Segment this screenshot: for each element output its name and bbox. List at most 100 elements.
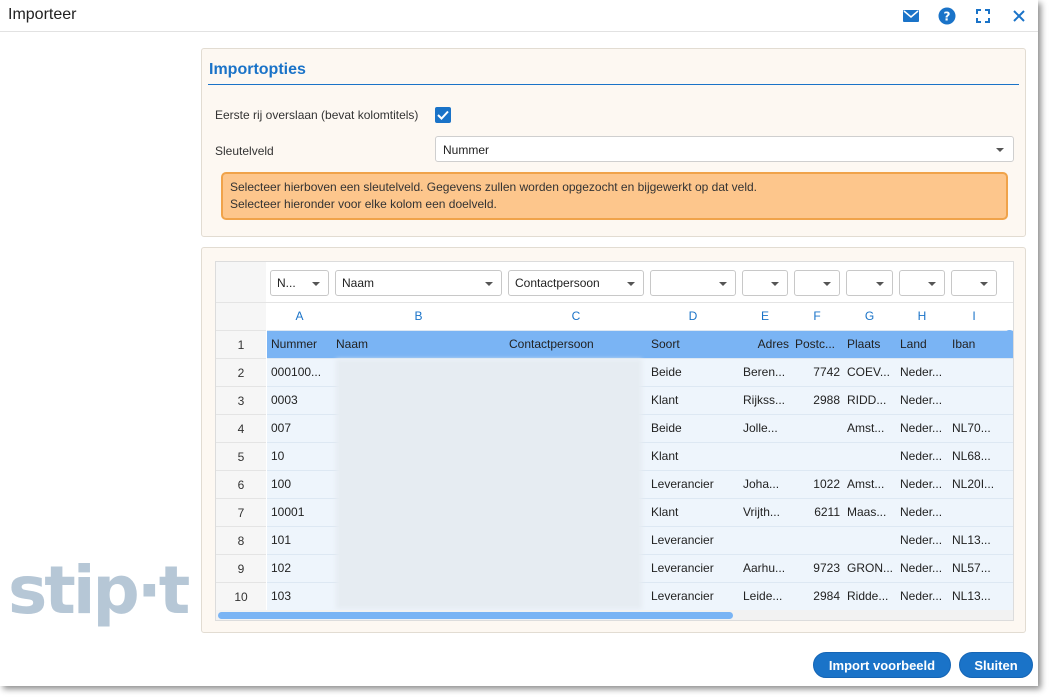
preview-grid-panel: N... Naam Contactpersoon A B C D E F G H I 1 Nummer Na… <box>201 247 1026 633</box>
column-mapping-select[interactable] <box>650 270 736 296</box>
chevron-down-icon <box>876 282 884 286</box>
column-letter[interactable]: A <box>267 303 332 330</box>
column-mapping-select[interactable] <box>899 270 945 296</box>
table-cell: Beide <box>651 421 682 435</box>
column-letter[interactable]: G <box>843 303 896 330</box>
column-mapping-select[interactable] <box>794 270 840 296</box>
column-letter[interactable]: F <box>791 303 843 330</box>
info-line-2: Selecteer hieronder voor elke kolom een … <box>230 197 497 211</box>
table-cell: Neder... <box>900 589 943 603</box>
svg-text:?: ? <box>944 10 951 24</box>
chevron-down-icon <box>823 282 831 286</box>
fullscreen-icon[interactable] <box>973 6 993 26</box>
chevron-down-icon <box>485 282 493 286</box>
mapping-value: Contactpersoon <box>515 276 600 290</box>
table-cell: Maas... <box>847 505 887 519</box>
table-cell: Vrijth... <box>743 505 780 519</box>
table-cell: Leverancier <box>651 533 714 547</box>
chevron-down-icon <box>719 282 727 286</box>
table-cell: 7742 <box>813 365 840 379</box>
import-options-panel: Importopties Eerste rij overslaan (bevat… <box>201 48 1026 237</box>
import-preview-button[interactable]: Import voorbeeld <box>813 652 951 678</box>
table-cell: 1022 <box>813 477 840 491</box>
table-cell: NL57... <box>952 561 991 575</box>
vertical-scrollbar[interactable] <box>1006 330 1013 358</box>
row-number: 4 <box>216 414 266 442</box>
close-button[interactable]: Sluiten <box>959 652 1033 678</box>
window-title: Importeer <box>8 6 77 23</box>
skip-first-row-label: Eerste rij overslaan (bevat kolomtitels) <box>215 108 419 122</box>
column-mapping-select[interactable]: Contactpersoon <box>508 270 644 296</box>
mapping-value: N... <box>277 276 296 290</box>
table-cell: Leverancier <box>651 589 714 603</box>
grid-corner <box>216 262 266 330</box>
table-cell: NL20I... <box>952 477 995 491</box>
help-icon[interactable]: ? <box>937 6 957 26</box>
mapping-value: Naam <box>342 276 375 290</box>
table-cell: Klant <box>651 393 679 407</box>
column-mapping-select[interactable] <box>742 270 788 296</box>
table-cell: Leverancier <box>651 477 714 491</box>
table-cell: Leverancier <box>651 561 714 575</box>
header-cell: Land <box>900 337 927 351</box>
column-letter[interactable]: I <box>948 303 1000 330</box>
row-number: 10 <box>216 582 266 610</box>
row-number: 6 <box>216 470 266 498</box>
mail-icon[interactable] <box>901 6 921 26</box>
table-cell: NL68... <box>952 449 991 463</box>
table-cell: Amst... <box>847 421 885 435</box>
key-field-select[interactable]: Nummer <box>435 136 1014 162</box>
close-icon[interactable] <box>1009 6 1029 26</box>
panel-title: Importopties <box>209 61 306 78</box>
row-number: 3 <box>216 386 266 414</box>
row-number: 8 <box>216 526 266 554</box>
table-cell: Ridde... <box>847 589 889 603</box>
column-mapping-select[interactable]: N... <box>270 270 329 296</box>
table-cell: NL13... <box>952 533 991 547</box>
table-cell: Neder... <box>900 393 943 407</box>
column-letter[interactable]: H <box>896 303 948 330</box>
column-mapping-select[interactable] <box>846 270 893 296</box>
key-field-label: Sleutelveld <box>215 144 274 158</box>
chevron-down-icon <box>312 282 320 286</box>
table-cell: Klant <box>651 505 679 519</box>
column-mapping-select[interactable] <box>951 270 997 296</box>
column-letter[interactable]: E <box>739 303 791 330</box>
column-letter[interactable]: B <box>332 303 505 330</box>
table-cell: COEV... <box>847 365 890 379</box>
column-letter[interactable]: C <box>505 303 647 330</box>
header-cell: Postc... <box>795 337 836 351</box>
header-cell: Contactpersoon <box>509 337 594 351</box>
row-number: 5 <box>216 442 266 470</box>
table-cell: 0003 <box>271 393 298 407</box>
table-cell: 10 <box>271 449 285 463</box>
table-cell: 9723 <box>813 561 840 575</box>
skip-first-row-checkbox[interactable] <box>435 107 451 123</box>
table-cell: Neder... <box>900 421 943 435</box>
divider <box>208 84 1019 85</box>
horizontal-scrollbar[interactable] <box>216 610 1013 620</box>
table-cell: Joha... <box>743 477 780 491</box>
redacted-area <box>336 359 642 609</box>
column-mapping-select[interactable]: Naam <box>335 270 502 296</box>
table-cell: 10001 <box>271 505 305 519</box>
table-cell: 100 <box>271 477 292 491</box>
column-letter[interactable]: D <box>647 303 739 330</box>
row-number: 1 <box>216 330 266 358</box>
table-cell: Beren... <box>743 365 786 379</box>
table-cell: Rijkss... <box>743 393 785 407</box>
table-cell: RIDD... <box>847 393 887 407</box>
table-cell: Leide... <box>743 589 783 603</box>
header-cell: Nummer <box>271 337 318 351</box>
preview-grid: N... Naam Contactpersoon A B C D E F G H I 1 Nummer Na… <box>215 261 1014 621</box>
info-message: Selecteer hierboven een sleutelveld. Geg… <box>221 172 1008 220</box>
check-icon <box>437 110 449 120</box>
table-cell: Neder... <box>900 533 943 547</box>
scrollbar-thumb[interactable] <box>218 612 733 619</box>
table-cell: Neder... <box>900 505 943 519</box>
table-cell: GRON... <box>847 561 894 575</box>
chevron-down-icon <box>996 148 1004 152</box>
table-cell: 101 <box>271 533 292 547</box>
table-cell: 6211 <box>814 505 840 519</box>
table-cell: Neder... <box>900 477 943 491</box>
